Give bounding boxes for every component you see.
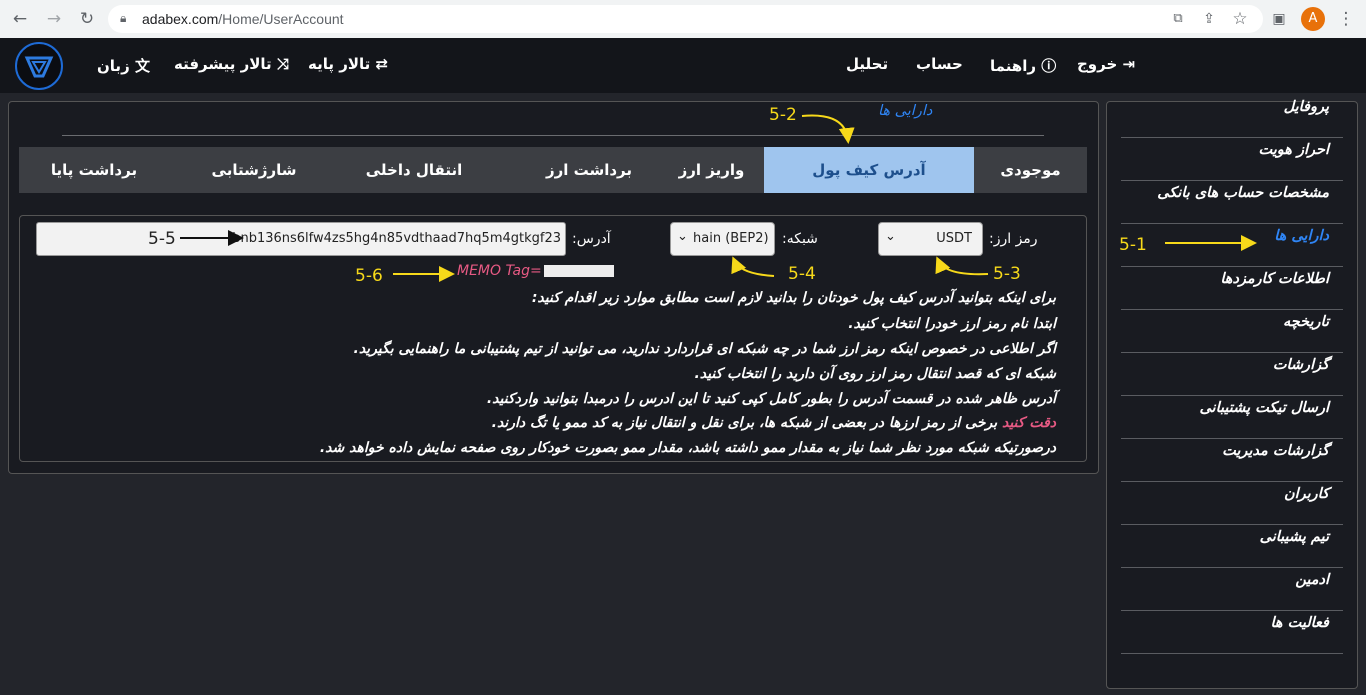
arrow-5-3 <box>935 256 989 276</box>
annotation-arrows <box>180 114 1257 282</box>
arrow-5-4 <box>731 256 775 277</box>
arrow-5-2 <box>801 114 855 144</box>
